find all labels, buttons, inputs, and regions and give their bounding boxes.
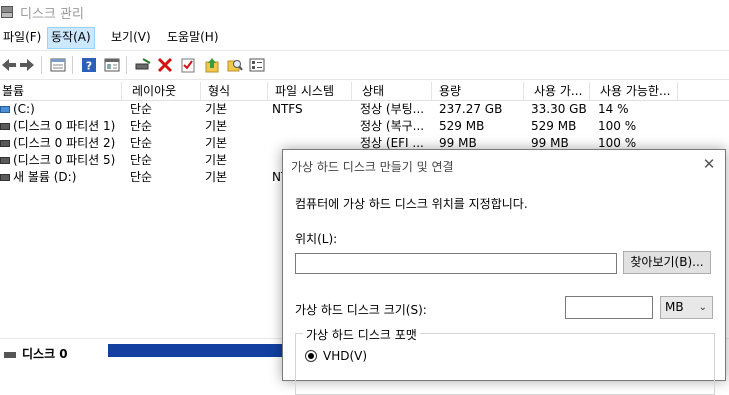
menu-action[interactable]: 동작(A) — [47, 27, 95, 49]
capacity-cell: 529 MB — [439, 119, 485, 133]
dialog-instruction: 컴퓨터에 가상 하드 디스크 위치를 지정합니다. — [295, 197, 528, 211]
properties-icon[interactable] — [49, 56, 67, 74]
disk-volume-icon — [0, 174, 10, 181]
volume-cell: (디스크 0 파티션 2) — [0, 135, 122, 152]
toolbar-separator — [72, 56, 73, 74]
fs-cell: NTFS — [272, 102, 303, 116]
volume-cell: 새 볼륨 (D:) — [0, 169, 122, 186]
capacity-cell: 237.27 GB — [439, 102, 503, 116]
column-header-type[interactable]: 형식 — [201, 82, 268, 100]
disk-management-app-icon — [0, 5, 13, 18]
percent-free-cell: 14 % — [598, 102, 629, 116]
view-icon[interactable] — [103, 56, 121, 74]
browse-button[interactable]: 찾아보기(B)... — [623, 251, 711, 274]
folder-up-icon[interactable] — [203, 56, 221, 74]
help-icon[interactable]: ? — [80, 56, 98, 74]
volume-cell: (디스크 0 파티션 1) — [0, 118, 122, 135]
column-header-file-system[interactable]: 파일 시스템 — [268, 82, 352, 100]
connect-disk-icon[interactable] — [134, 56, 152, 74]
dialog-title: 가상 하드 디스크 만들기 및 연결 — [291, 160, 454, 174]
size-label: 가상 하드 디스크 크기(S): — [295, 303, 427, 317]
list-view-icon[interactable] — [248, 56, 266, 74]
search-folder-icon[interactable] — [226, 56, 244, 74]
location-input[interactable] — [295, 253, 617, 274]
volume-table-header: 볼륨 레이아웃 형식 파일 시스템 상태 용량 사용 가... 사용 가능한..… — [0, 82, 729, 101]
back-arrow-icon[interactable] — [0, 56, 18, 74]
column-header-percent-free[interactable]: 사용 가능한... — [590, 82, 678, 100]
layout-cell: 단순 — [130, 170, 153, 184]
table-row[interactable]: (디스크 0 파티션 1) 단순 기본 정상 (복구... 529 MB 529… — [0, 118, 729, 135]
volume-cell: (디스크 0 파티션 5) — [0, 152, 122, 169]
location-label: 위치(L): — [295, 232, 338, 246]
menu-help[interactable]: 도움말(H) — [164, 27, 222, 47]
size-input[interactable] — [565, 296, 653, 319]
layout-cell: 단순 — [130, 102, 153, 116]
menu-bar: 파일(F) 동작(A) 보기(V) 도움말(H) — [0, 27, 729, 49]
free-space-cell: 529 MB — [531, 119, 577, 133]
table-row[interactable]: (C:) 단순 기본 NTFS 정상 (부팅... 237.27 GB 33.3… — [0, 101, 729, 118]
column-header-layout[interactable]: 레이아웃 — [122, 82, 201, 100]
check-icon[interactable] — [179, 56, 197, 74]
size-unit-value: MB — [665, 300, 684, 314]
status-cell: 정상 (부팅... — [360, 102, 425, 116]
format-group-title: 가상 하드 디스크 포맷 — [303, 326, 420, 343]
window-title: 디스크 관리 — [20, 7, 84, 22]
title-bar: 디스크 관리 — [0, 0, 729, 24]
menu-view[interactable]: 보기(V) — [108, 27, 154, 47]
disk-volume-icon — [0, 140, 10, 147]
svg-text:?: ? — [86, 60, 92, 73]
volume-cell: (C:) — [0, 101, 122, 118]
disk-volume-icon — [0, 123, 10, 130]
column-header-free-space[interactable]: 사용 가... — [524, 82, 590, 100]
disk-label[interactable]: 디스크 0 — [4, 345, 68, 362]
create-vhd-dialog: 가상 하드 디스크 만들기 및 연결 ✕ 컴퓨터에 가상 하드 디스크 위치를 … — [282, 149, 726, 395]
layout-cell: 단순 — [130, 119, 153, 133]
delete-icon[interactable] — [156, 56, 174, 74]
forward-arrow-icon[interactable] — [18, 56, 36, 74]
free-space-cell: 33.30 GB — [531, 102, 587, 116]
column-header-status[interactable]: 상태 — [352, 82, 432, 100]
menu-file[interactable]: 파일(F) — [0, 27, 44, 47]
type-cell: 기본 — [205, 119, 228, 133]
toolbar: ? — [0, 50, 729, 80]
type-cell: 기본 — [205, 153, 228, 167]
system-volume-icon — [0, 106, 10, 113]
chevron-down-icon: ⌄ — [698, 302, 707, 313]
type-cell: 기본 — [205, 170, 228, 184]
type-cell: 기본 — [205, 136, 228, 150]
type-cell: 기본 — [205, 102, 228, 116]
toolbar-separator — [41, 56, 42, 74]
toolbar-separator — [126, 56, 127, 74]
disk-volume-icon — [0, 157, 10, 164]
layout-cell: 단순 — [130, 136, 153, 150]
partition-bar[interactable] — [108, 344, 288, 357]
size-unit-select[interactable]: MB ⌄ — [660, 296, 713, 319]
column-header-capacity[interactable]: 용량 — [432, 82, 524, 100]
percent-free-cell: 100 % — [598, 119, 637, 133]
vhd-radio[interactable] — [305, 350, 317, 362]
close-icon[interactable]: ✕ — [701, 156, 717, 172]
disk-drive-icon — [4, 351, 16, 358]
column-header-volume[interactable]: 볼륨 — [0, 82, 122, 100]
layout-cell: 단순 — [130, 153, 153, 167]
status-cell: 정상 (복구... — [360, 119, 425, 133]
